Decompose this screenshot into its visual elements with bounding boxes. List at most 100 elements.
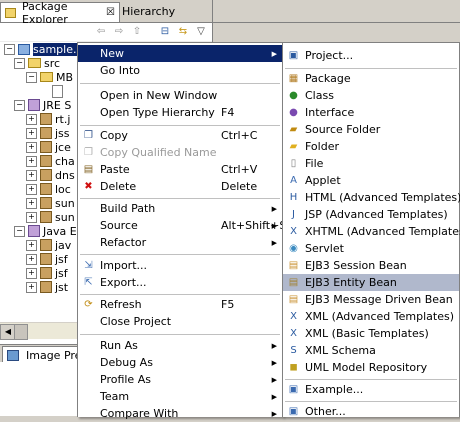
tree-item-label: Java E: [43, 224, 77, 238]
menu-item-label: Refresh: [100, 298, 142, 311]
tab-hierarchy[interactable]: Hierarchy: [118, 2, 206, 21]
menu-item-label: New: [100, 47, 124, 60]
submenu-item-source-folder[interactable]: ▰ Source Folder: [283, 121, 459, 138]
submenu-item-html[interactable]: H HTML (Advanced Templates): [283, 189, 460, 206]
tree-item-jar[interactable]: + dns: [26, 168, 75, 182]
collapse-icon[interactable]: −: [14, 225, 25, 237]
tree-item-jar[interactable]: + jav: [26, 238, 71, 252]
tree-item-javaee[interactable]: − Java E: [14, 224, 77, 238]
menu-item-label: EJB3 Entity Bean: [305, 276, 397, 289]
html-icon: H: [289, 192, 298, 203]
submenu-item-ejb3-entity-bean[interactable]: ▤ EJB3 Entity Bean: [283, 274, 459, 291]
collapse-icon[interactable]: −: [14, 99, 25, 111]
submenu-item-other[interactable]: ▣ Other...: [283, 403, 459, 420]
menu-item-source[interactable]: Source Alt+Shift+S ▶: [78, 217, 286, 234]
back-icon[interactable]: ⇦: [94, 25, 108, 38]
menu-item-compare-with[interactable]: Compare With ▶: [78, 405, 282, 422]
folder-icon: ▰: [289, 141, 298, 152]
tree-item-jar[interactable]: + jst: [26, 280, 68, 294]
menu-item-debug-as[interactable]: Debug As ▶: [78, 354, 282, 371]
menu-item-profile-as[interactable]: Profile As ▶: [78, 371, 282, 388]
tree-item-jar[interactable]: + sun: [26, 196, 75, 210]
menu-item-run-as[interactable]: Run As ▶: [78, 337, 282, 354]
view-menu-icon[interactable]: ▽: [194, 25, 208, 38]
submenu-item-xhtml[interactable]: X XHTML (Advanced Templates): [283, 223, 460, 240]
tree-item-mb[interactable]: − MB: [26, 70, 73, 84]
class-icon: ●: [289, 90, 298, 101]
submenu-item-folder[interactable]: ▰ Folder: [283, 138, 459, 155]
tree-item-label: jav: [55, 238, 72, 252]
collapse-icon[interactable]: −: [4, 43, 15, 55]
expand-icon[interactable]: +: [26, 169, 37, 181]
expand-icon[interactable]: +: [26, 239, 37, 251]
tree-item-label: dns: [55, 168, 75, 182]
collapse-icon[interactable]: −: [14, 57, 25, 69]
submenu-item-xml-schema[interactable]: S XML Schema: [283, 342, 459, 359]
menu-item-build-path[interactable]: Build Path ▶: [78, 200, 282, 217]
tree-item-file[interactable]: [52, 84, 66, 98]
menu-item-import[interactable]: ⇲ Import...: [78, 257, 282, 274]
menu-item-label: Paste: [100, 163, 130, 176]
menu-item-open-in-new-window[interactable]: Open in New Window: [78, 87, 282, 104]
expand-icon[interactable]: +: [26, 155, 37, 167]
tree-item-jar[interactable]: + jce: [26, 140, 71, 154]
menu-item-copy[interactable]: ❐ Copy Ctrl+C: [78, 127, 282, 144]
menu-item-label: Applet: [305, 174, 341, 187]
submenu-item-xml-basic[interactable]: X XML (Basic Templates): [283, 325, 459, 342]
submenu-item-ejb3-message-driven-bean[interactable]: ▤ EJB3 Message Driven Bean: [283, 291, 459, 308]
tab-package-explorer[interactable]: Package Explorer ☒: [0, 0, 120, 26]
expand-icon[interactable]: +: [26, 183, 37, 195]
menu-item-open-type-hierarchy[interactable]: Open Type Hierarchy F4: [78, 104, 282, 121]
menu-item-new[interactable]: New ▶: [78, 45, 282, 62]
tree-item-jre[interactable]: − JRE S: [14, 98, 71, 112]
tree-item-jar[interactable]: + cha: [26, 154, 75, 168]
submenu-item-ejb3-session-bean[interactable]: ▤ EJB3 Session Bean: [283, 257, 459, 274]
submenu-item-uml-model-repository[interactable]: ◼ UML Model Repository: [283, 359, 459, 376]
expand-icon[interactable]: +: [26, 127, 37, 139]
menu-item-close-project[interactable]: Close Project: [78, 313, 282, 330]
tree-item-jar[interactable]: + rt.j: [26, 112, 70, 126]
submenu-item-jsp[interactable]: J JSP (Advanced Templates): [283, 206, 459, 223]
submenu-item-package[interactable]: ▦ Package: [283, 70, 459, 87]
menu-item-copy-qualified-name[interactable]: ❐ Copy Qualified Name: [78, 144, 282, 161]
close-icon[interactable]: ☒: [106, 7, 115, 18]
expand-icon[interactable]: +: [26, 141, 37, 153]
submenu-item-xml-advanced[interactable]: X XML (Advanced Templates): [283, 308, 459, 325]
menu-item-export[interactable]: ⇱ Export...: [78, 274, 282, 291]
expand-icon[interactable]: +: [26, 253, 37, 265]
submenu-item-interface[interactable]: ● Interface: [283, 104, 459, 121]
collapse-icon[interactable]: −: [26, 71, 37, 83]
menu-item-team[interactable]: Team ▶: [78, 388, 282, 405]
link-with-editor-icon[interactable]: ⇆: [176, 25, 190, 38]
expand-icon[interactable]: +: [26, 281, 37, 293]
expand-icon[interactable]: +: [26, 197, 37, 209]
submenu-item-class[interactable]: ● Class: [283, 87, 459, 104]
tree-item-jar[interactable]: + loc: [26, 182, 71, 196]
expand-icon[interactable]: +: [26, 211, 37, 223]
menu-item-go-into[interactable]: Go Into: [78, 62, 282, 79]
scroll-thumb[interactable]: [14, 324, 28, 340]
menu-item-label: Refactor: [100, 236, 147, 249]
up-icon[interactable]: ⇧: [130, 25, 144, 38]
forward-icon[interactable]: ⇨: [112, 25, 126, 38]
expand-icon[interactable]: +: [26, 267, 37, 279]
menu-item-refresh[interactable]: ⟳ Refresh F5: [78, 296, 282, 313]
menu-item-paste[interactable]: ▤ Paste Ctrl+V: [78, 161, 282, 178]
tree-item-jar[interactable]: + jss: [26, 126, 70, 140]
menu-item-delete[interactable]: ✖ Delete Delete: [78, 178, 282, 195]
submenu-item-servlet[interactable]: ◉ Servlet: [283, 240, 459, 257]
submenu-arrow-icon: ▶: [271, 221, 277, 230]
tree-item-jar[interactable]: + jsf: [26, 266, 68, 280]
menu-separator: [80, 294, 280, 295]
submenu-item-example[interactable]: ▣ Example...: [283, 381, 459, 398]
submenu-item-applet[interactable]: A Applet: [283, 172, 459, 189]
expand-icon[interactable]: +: [26, 113, 37, 125]
tree-item-jar[interactable]: + jsf: [26, 252, 68, 266]
tree-item-jar[interactable]: + sun: [26, 210, 75, 224]
collapse-all-icon[interactable]: ⊟: [158, 25, 172, 38]
submenu-item-project[interactable]: ▣ Project...: [283, 47, 459, 64]
tree-item-src[interactable]: − src: [14, 56, 60, 70]
menu-item-refactor[interactable]: Refactor ▶: [78, 234, 282, 251]
tree-item-project[interactable]: − sample.ejb: [4, 42, 80, 56]
submenu-item-file[interactable]: ▯ File: [283, 155, 459, 172]
